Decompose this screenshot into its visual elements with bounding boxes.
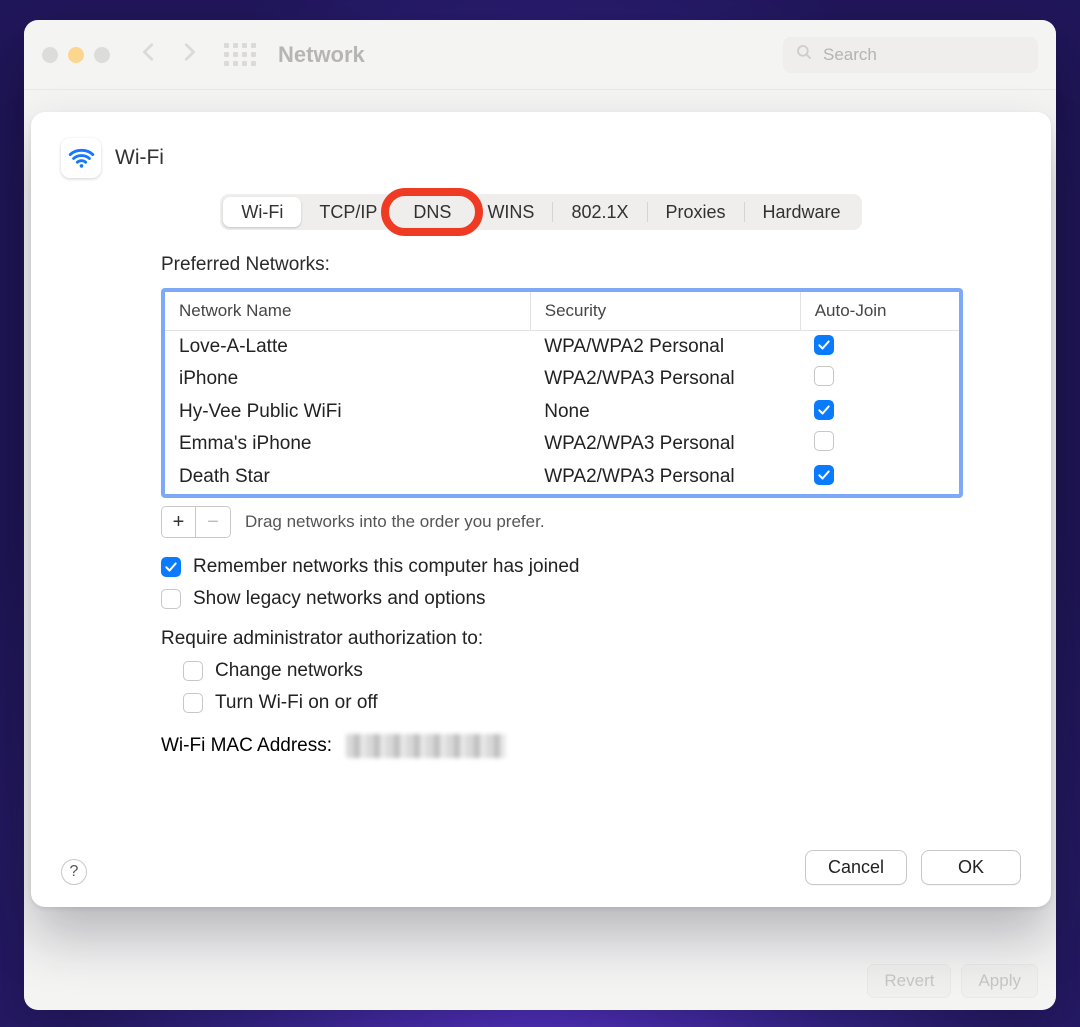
network-security-cell: None <box>530 396 800 427</box>
tab-label: Wi-Fi <box>241 202 283 223</box>
table-row[interactable]: Emma's iPhoneWPA2/WPA3 Personal <box>165 427 959 461</box>
tab-wins[interactable]: WINS <box>469 197 552 227</box>
cancel-button[interactable]: Cancel <box>805 850 907 885</box>
tab-label: WINS <box>487 202 534 223</box>
tab-label: DNS <box>413 202 451 223</box>
show-legacy-label: Show legacy networks and options <box>193 588 486 610</box>
mac-address-value-redacted <box>346 734 506 758</box>
network-name-cell: iPhone <box>165 362 530 396</box>
remember-networks-label: Remember networks this computer has join… <box>193 556 580 578</box>
sheet-title: Wi-Fi <box>115 146 164 170</box>
wifi-advanced-sheet: Wi-Fi Wi-Fi TCP/IP DNS WINS 802.1X Proxi… <box>31 112 1051 907</box>
require-admin-label: Require administrator authorization to: <box>161 628 963 650</box>
remove-network-button[interactable]: − <box>196 507 230 537</box>
column-header-autojoin[interactable]: Auto-Join <box>800 292 959 331</box>
show-legacy-checkbox[interactable] <box>161 589 181 609</box>
autojoin-checkbox[interactable] <box>814 465 834 485</box>
network-security-cell: WPA2/WPA3 Personal <box>530 461 800 492</box>
tab-label: Hardware <box>763 202 841 223</box>
add-network-button[interactable]: + <box>162 507 196 537</box>
add-remove-buttons: + − <box>161 506 231 538</box>
tab-tcpip[interactable]: TCP/IP <box>301 197 395 227</box>
tab-bar: Wi-Fi TCP/IP DNS WINS 802.1X Proxies Har… <box>220 194 861 230</box>
column-header-security[interactable]: Security <box>530 292 800 331</box>
network-security-cell: WPA2/WPA3 Personal <box>530 427 800 461</box>
change-networks-checkbox[interactable] <box>183 661 203 681</box>
tab-hardware[interactable]: Hardware <box>745 197 859 227</box>
wifi-icon <box>61 138 101 178</box>
tab-proxies[interactable]: Proxies <box>648 197 744 227</box>
remember-networks-checkbox[interactable] <box>161 557 181 577</box>
table-row[interactable]: Hy-Vee Public WiFiNone <box>165 396 959 427</box>
network-name-cell: Love-A-Latte <box>165 331 530 363</box>
help-button[interactable]: ? <box>61 859 87 885</box>
ok-button[interactable]: OK <box>921 850 1021 885</box>
table-row[interactable]: Love-A-LatteWPA/WPA2 Personal <box>165 331 959 363</box>
tab-label: 802.1X <box>571 202 628 223</box>
table-row[interactable]: iPhoneWPA2/WPA3 Personal <box>165 362 959 396</box>
network-name-cell: Death Star <box>165 461 530 492</box>
autojoin-checkbox[interactable] <box>814 400 834 420</box>
preferred-networks-table[interactable]: Network Name Security Auto-Join Love-A-L… <box>161 288 963 498</box>
column-header-name[interactable]: Network Name <box>165 292 530 331</box>
tab-label: TCP/IP <box>319 202 377 223</box>
tab-8021x[interactable]: 802.1X <box>553 197 646 227</box>
autojoin-checkbox[interactable] <box>814 366 834 386</box>
autojoin-checkbox[interactable] <box>814 431 834 451</box>
network-security-cell: WPA/WPA2 Personal <box>530 331 800 363</box>
network-name-cell: Emma's iPhone <box>165 427 530 461</box>
network-name-cell: Hy-Vee Public WiFi <box>165 396 530 427</box>
turn-wifi-checkbox[interactable] <box>183 693 203 713</box>
preferred-networks-label: Preferred Networks: <box>161 254 963 276</box>
tab-label: Proxies <box>666 202 726 223</box>
turn-wifi-label: Turn Wi-Fi on or off <box>215 692 378 714</box>
tab-wifi[interactable]: Wi-Fi <box>223 197 301 227</box>
tab-dns[interactable]: DNS <box>395 197 469 227</box>
table-row[interactable]: Death StarWPA2/WPA3 Personal <box>165 461 959 492</box>
change-networks-label: Change networks <box>215 660 363 682</box>
mac-address-label: Wi-Fi MAC Address: <box>161 735 332 757</box>
autojoin-checkbox[interactable] <box>814 335 834 355</box>
network-security-cell: WPA2/WPA3 Personal <box>530 362 800 396</box>
drag-hint: Drag networks into the order you prefer. <box>245 512 545 532</box>
